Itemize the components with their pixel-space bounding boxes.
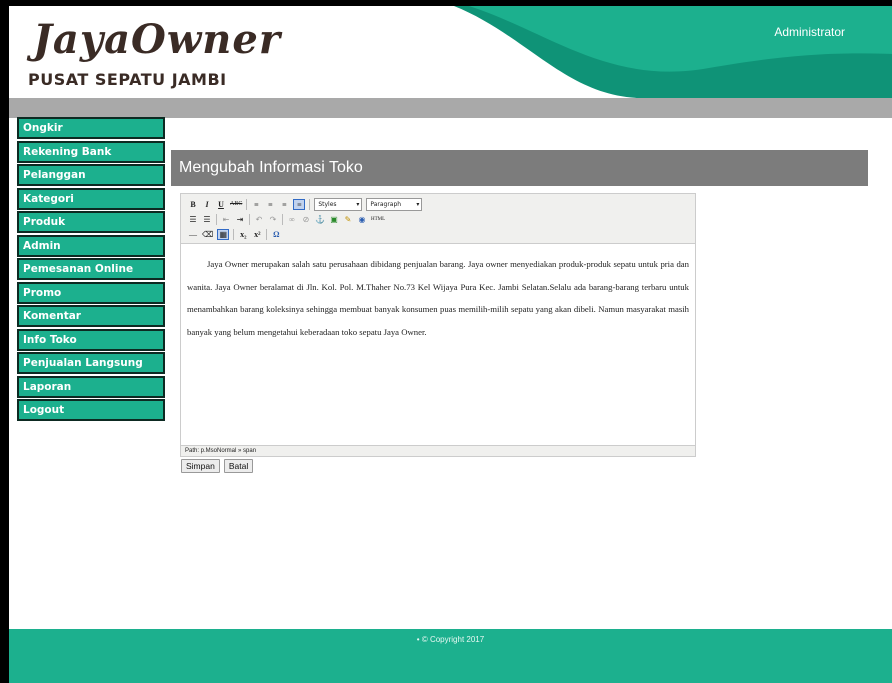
copyright-text: • © Copyright 2017: [416, 635, 485, 644]
html-icon[interactable]: HTML: [371, 217, 385, 222]
sidebar-item-komentar[interactable]: Komentar: [17, 305, 165, 327]
header-divider-bar: [9, 98, 892, 118]
align-justify-icon[interactable]: ≡: [293, 198, 306, 210]
redo-icon[interactable]: ↷: [268, 215, 278, 224]
toolbar-separator: [246, 198, 248, 210]
page-title: Mengubah Informasi Toko: [171, 150, 868, 186]
form-actions: Simpan Batal: [181, 459, 254, 473]
header: JayaOwner PUSAT SEPATU JAMBI Administrat…: [9, 6, 892, 98]
toolbar-separator: [249, 213, 250, 225]
toolbar-row-1: B I U ABC ≡ ≡ ≡ ≡ Styles ▾ Paragraph ▾: [188, 197, 423, 211]
subscript-icon[interactable]: x₂: [238, 230, 248, 239]
bold-icon[interactable]: B: [188, 200, 198, 209]
anchor-icon[interactable]: ⚓: [315, 215, 325, 224]
sidebar-nav: Ongkir Rekening Bank Pelanggan Kategori …: [17, 117, 168, 423]
sidebar-item-info-toko[interactable]: Info Toko: [17, 328, 165, 351]
toolbar-separator: [216, 213, 217, 225]
cancel-button[interactable]: Batal: [223, 459, 254, 473]
outdent-icon[interactable]: ⇤: [221, 215, 231, 224]
remove-format-icon[interactable]: ⌫: [202, 230, 213, 239]
bullet-list-icon[interactable]: ☰: [188, 215, 198, 224]
format-select[interactable]: Paragraph ▾: [366, 197, 423, 211]
link-icon[interactable]: ∞: [287, 215, 297, 224]
image-icon[interactable]: ▣: [329, 215, 339, 224]
italic-icon[interactable]: I: [202, 200, 212, 209]
sidebar-item-logout[interactable]: Logout: [17, 399, 165, 421]
footer: • © Copyright 2017: [9, 629, 892, 683]
indent-icon[interactable]: ⇥: [235, 215, 245, 224]
brand-subtitle: PUSAT SEPATU JAMBI: [28, 70, 227, 89]
cleanup-icon[interactable]: ✎: [343, 215, 353, 224]
brand-logo[interactable]: JayaOwner: [33, 16, 281, 63]
align-left-icon[interactable]: ≡: [251, 200, 261, 209]
toolbar-separator: [266, 228, 268, 240]
page: JayaOwner PUSAT SEPATU JAMBI Administrat…: [9, 6, 892, 683]
strikethrough-icon[interactable]: ABC: [230, 201, 242, 207]
align-center-icon[interactable]: ≡: [265, 200, 275, 209]
unlink-icon[interactable]: ⊘: [301, 215, 311, 224]
user-name: Administrator: [774, 25, 845, 39]
sidebar-item-produk[interactable]: Produk: [17, 211, 165, 233]
sidebar-item-promo[interactable]: Promo: [17, 281, 165, 304]
editor-toolbar: B I U ABC ≡ ≡ ≡ ≡ Styles ▾ Paragraph ▾ ☰ ☰…: [181, 194, 695, 244]
align-right-icon[interactable]: ≡: [279, 200, 289, 209]
toolbar-separator: [233, 228, 235, 240]
styles-select[interactable]: Styles ▾: [314, 197, 363, 211]
toolbar-separator: [309, 198, 311, 210]
toolbar-row-2: ☰ ☰ ⇤ ⇥ ↶ ↷ ∞ ⊘ ⚓ ▣ ✎ ◉ HTML: [188, 212, 385, 226]
sidebar-item-pelanggan[interactable]: Pelanggan: [17, 164, 165, 186]
sidebar-item-penjualan-langsung[interactable]: Penjualan Langsung: [17, 352, 165, 374]
chevron-down-icon: ▾: [356, 200, 360, 208]
toolbar-separator: [282, 213, 283, 225]
undo-icon[interactable]: ↶: [254, 215, 264, 224]
sidebar-item-admin[interactable]: Admin: [17, 234, 165, 257]
superscript-icon[interactable]: x²: [252, 230, 262, 239]
sidebar-item-rekening-bank[interactable]: Rekening Bank: [17, 140, 165, 163]
sidebar-item-pemesanan-online[interactable]: Pemesanan Online: [17, 258, 165, 280]
sidebar-item-laporan[interactable]: Laporan: [17, 375, 165, 398]
help-icon[interactable]: ◉: [357, 215, 367, 224]
chevron-down-icon: ▾: [416, 200, 420, 208]
sidebar-item-kategori[interactable]: Kategori: [17, 187, 165, 210]
underline-icon[interactable]: U: [216, 200, 226, 209]
rich-text-editor: B I U ABC ≡ ≡ ≡ ≡ Styles ▾ Paragraph ▾ ☰ ☰…: [180, 193, 696, 457]
save-button[interactable]: Simpan: [181, 459, 220, 473]
numbered-list-icon[interactable]: ☰: [202, 215, 212, 224]
toolbar-row-3: — ⌫ ▦ x₂ x² Ω: [188, 227, 281, 241]
special-char-icon[interactable]: Ω: [271, 230, 281, 239]
editor-content-area[interactable]: Jaya Owner merupakan salah satu perusaha…: [181, 244, 695, 445]
visual-aid-icon[interactable]: ▦: [217, 228, 230, 240]
sidebar-item-ongkir[interactable]: Ongkir: [17, 117, 165, 139]
editor-status-path: Path: p.MsoNormal » span: [181, 445, 695, 456]
horizontal-rule-icon[interactable]: —: [188, 230, 198, 239]
